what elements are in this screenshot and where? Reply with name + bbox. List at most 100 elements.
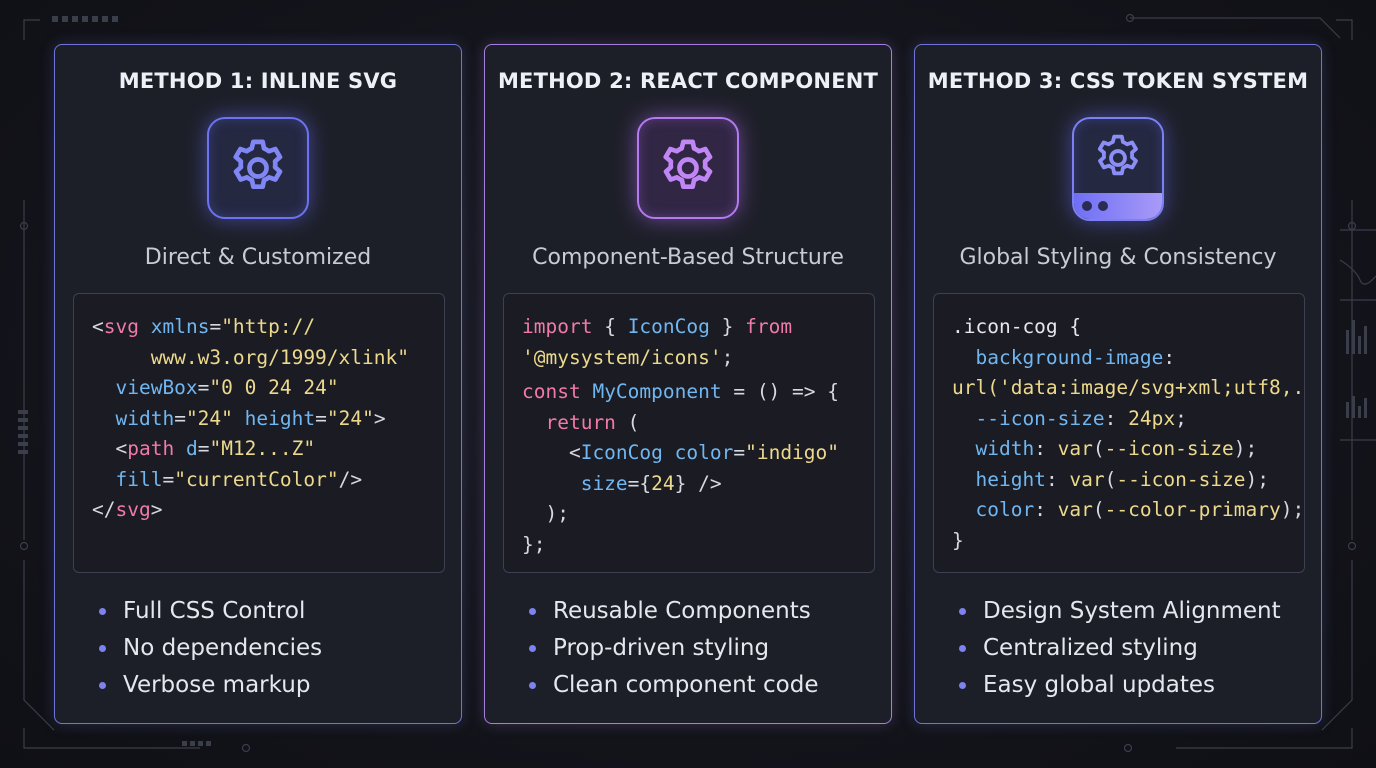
code-line: size={24} /> bbox=[522, 469, 874, 500]
code-token: xmlns bbox=[150, 315, 210, 338]
code-token: "24" bbox=[185, 406, 233, 430]
code-token: color bbox=[975, 498, 1035, 521]
code-token: ( bbox=[1104, 467, 1117, 491]
bullet-icon bbox=[99, 682, 106, 689]
code-token: = () => { bbox=[721, 380, 839, 403]
code-token: background-image bbox=[975, 345, 1164, 369]
code-token: size bbox=[580, 471, 628, 495]
code-line: viewBox="0 0 24 24" bbox=[92, 373, 444, 404]
list-item-label: Reusable Components bbox=[553, 598, 811, 624]
code-token: = bbox=[209, 315, 222, 338]
feature-list: Full CSS Control No dependencies Verbose… bbox=[99, 597, 322, 708]
infographic: METHOD 1: INLINE SVG Direct & Customized… bbox=[0, 0, 1376, 768]
code-token: = bbox=[315, 406, 327, 430]
window-dot bbox=[1082, 201, 1092, 211]
code-token: </ bbox=[92, 498, 116, 521]
code-snippet: import { IconCog } from '@mysystem/icons'… bbox=[503, 293, 875, 573]
code-token: ( bbox=[615, 410, 640, 434]
code-token: --icon-size bbox=[975, 406, 1105, 430]
code-token: "0 0 24 24" bbox=[209, 376, 339, 399]
list-item-label: Prop-driven styling bbox=[553, 635, 770, 661]
method-1-card: METHOD 1: INLINE SVG Direct & Customized… bbox=[54, 44, 462, 724]
code-token: = bbox=[162, 467, 175, 491]
code-token: : bbox=[1034, 437, 1058, 460]
code-line: <svg xmlns="http:// bbox=[92, 312, 444, 343]
list-item: Easy global updates bbox=[959, 671, 1281, 708]
list-item-label: Full CSS Control bbox=[123, 598, 306, 624]
bullet-icon bbox=[959, 682, 966, 689]
code-snippet: .icon-cog { background-image: url('data:i… bbox=[933, 293, 1305, 573]
code-token: = bbox=[733, 441, 746, 464]
list-item: Reusable Components bbox=[529, 597, 818, 634]
code-token: svg bbox=[115, 498, 151, 521]
code-line: '@mysystem/icons'; bbox=[522, 343, 874, 374]
code-token: "24" bbox=[326, 406, 374, 430]
code-line: .icon-cog { bbox=[952, 312, 1304, 343]
code-token: width bbox=[115, 406, 175, 430]
code-line: --icon-size: 24px; bbox=[952, 404, 1304, 435]
bullet-icon bbox=[529, 645, 536, 652]
card-title: METHOD 2: REACT COMPONENT bbox=[497, 69, 879, 93]
code-token: url('data:image/svg+xml;utf8,.. bbox=[952, 376, 1305, 399]
code-token: svg bbox=[103, 315, 139, 338]
code-token: ); bbox=[1245, 467, 1270, 491]
code-token: const bbox=[522, 380, 581, 403]
code-token: var bbox=[1057, 498, 1093, 521]
bullet-icon bbox=[99, 608, 106, 615]
list-item: Clean component code bbox=[529, 671, 818, 708]
list-item: Centralized styling bbox=[959, 634, 1281, 671]
list-item-label: No dependencies bbox=[123, 635, 323, 661]
list-item: No dependencies bbox=[99, 634, 322, 671]
list-item: Design System Alignment bbox=[959, 597, 1281, 634]
code-token: = bbox=[174, 406, 186, 430]
code-token: d bbox=[185, 437, 198, 460]
method-2-card: METHOD 2: REACT COMPONENT Component-Base… bbox=[484, 44, 892, 724]
gear-icon bbox=[637, 117, 739, 219]
code-token: height bbox=[244, 406, 316, 430]
feature-list: Reusable Components Prop-driven styling … bbox=[529, 597, 818, 708]
code-token: .icon-cog { bbox=[952, 315, 1082, 338]
code-token: ; bbox=[1175, 406, 1187, 430]
code-token: { bbox=[592, 315, 628, 338]
code-token: ); bbox=[1233, 437, 1258, 460]
bullet-icon bbox=[959, 645, 966, 652]
feature-list: Design System Alignment Centralized styl… bbox=[959, 597, 1281, 708]
code-token: ={ bbox=[627, 471, 652, 495]
code-line: }; bbox=[522, 530, 874, 561]
code-line: background-image: bbox=[952, 343, 1304, 374]
code-line: import { IconCog } from bbox=[522, 312, 874, 343]
code-token: height bbox=[975, 467, 1046, 491]
code-token: = bbox=[197, 376, 210, 399]
gear-icon bbox=[207, 117, 309, 219]
bullet-icon bbox=[99, 645, 106, 652]
code-token: '@mysystem/icons' bbox=[522, 345, 722, 369]
bullet-icon bbox=[529, 608, 536, 615]
code-token: : bbox=[1045, 467, 1070, 491]
card-title: METHOD 3: CSS TOKEN SYSTEM bbox=[927, 69, 1309, 93]
code-line: www.w3.org/1999/xlink" bbox=[92, 343, 444, 374]
code-token: "indigo" bbox=[745, 441, 840, 464]
list-item-label: Design System Alignment bbox=[983, 598, 1281, 624]
code-token: < bbox=[522, 441, 581, 464]
bullet-icon bbox=[529, 682, 536, 689]
code-line: height: var(--icon-size); bbox=[952, 465, 1304, 496]
window-dot bbox=[1098, 201, 1108, 211]
code-token: "http:// bbox=[221, 315, 316, 338]
code-token: ); bbox=[1280, 498, 1305, 521]
code-snippet: <svg xmlns="http:// www.w3.org/1999/xlin… bbox=[73, 293, 445, 573]
code-token: --icon-size bbox=[1104, 437, 1234, 460]
code-token: } bbox=[709, 315, 746, 338]
code-token: }; bbox=[522, 532, 546, 556]
code-line: color: var(--color-primary); bbox=[952, 495, 1304, 526]
code-token: > bbox=[150, 498, 163, 521]
code-token: --icon-size bbox=[1116, 467, 1246, 491]
